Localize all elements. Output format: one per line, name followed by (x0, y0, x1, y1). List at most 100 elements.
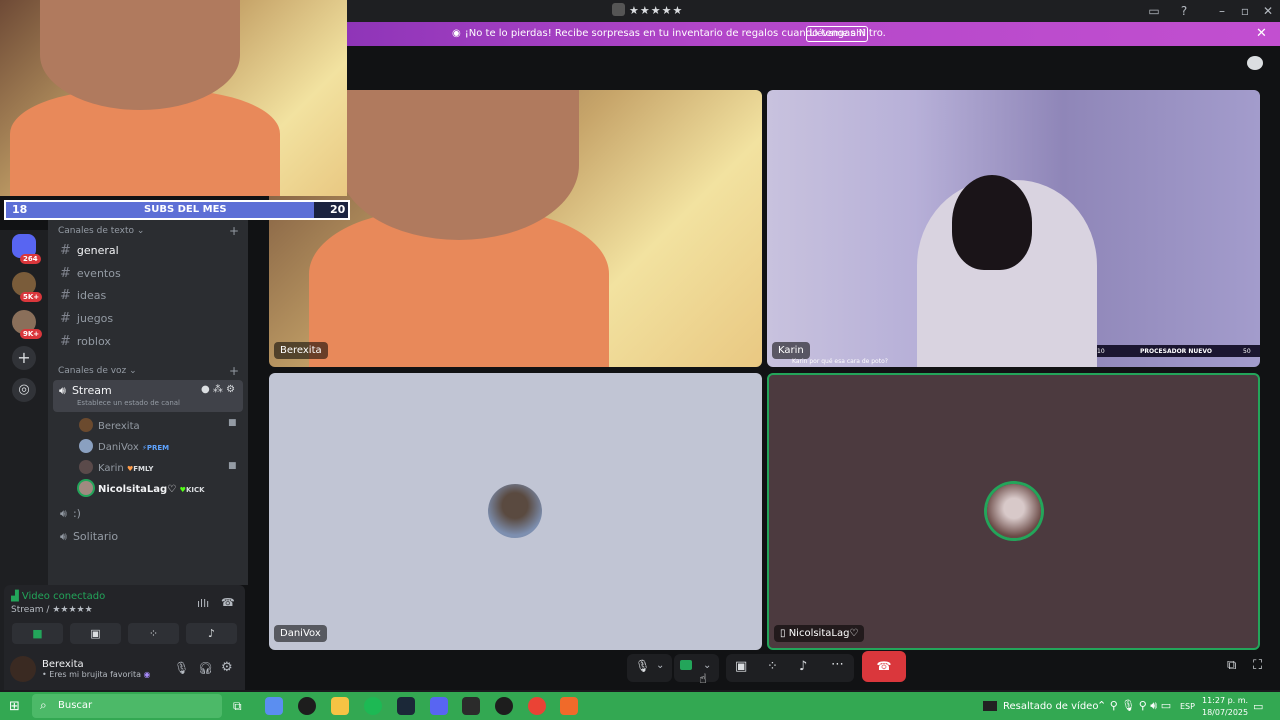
headphones-icon[interactable]: 🎧︎ (198, 661, 213, 675)
banner-close-icon[interactable]: ✕ (1256, 26, 1267, 41)
steam-icon[interactable] (397, 697, 415, 715)
voice-channel-solitario[interactable]: 🔊︎ Solitario (60, 530, 118, 544)
camera-control[interactable]: ⌄ (674, 654, 719, 682)
soundboard-button[interactable]: ♪ (186, 623, 237, 644)
add-voice-channel-icon[interactable]: + (229, 364, 239, 378)
banner-cta-button[interactable]: Llévame ahí (806, 26, 868, 42)
webcam-feed-detail (40, 0, 240, 110)
screen-share-button[interactable]: ▣ (70, 623, 121, 644)
user-avatar[interactable] (10, 656, 36, 682)
voice-category-label[interactable]: Canales de voz ⌄ (58, 366, 137, 376)
activities-button[interactable]: ⁘ (128, 623, 179, 644)
user-tag: ⚡PREM (141, 444, 170, 452)
stream-actions-icon[interactable]: ● ⁂ ⚙ (201, 384, 235, 395)
voice-user[interactable]: NicolsitaLag♡ ♥KICK (79, 481, 205, 495)
hash-icon: # (60, 243, 71, 258)
search-icon: ⌕ (40, 698, 47, 712)
help-icon[interactable]: ? (1176, 3, 1192, 19)
channel-name: Solitario (72, 530, 119, 543)
connection-status-text: Video conectado (21, 591, 106, 602)
file-explorer-icon[interactable] (331, 697, 349, 715)
window-title: ★★★★★ (612, 3, 683, 17)
voice-user-name: Karin (98, 463, 124, 474)
stream-status[interactable]: Establece un estado de canal (77, 399, 180, 407)
server-badge: 9K+ (20, 329, 43, 339)
tray-icons[interactable]: ⌃ ⚲ 🎙︎ ⚲ 🔊︎ ▭ (1097, 699, 1171, 713)
channel-name: roblox (76, 335, 111, 348)
taskbar-search[interactable]: ⌕ Buscar (32, 694, 222, 718)
notification-text[interactable]: Resaltado de vídeo (1003, 701, 1098, 712)
mic-icon[interactable]: 🎙︎ (174, 661, 189, 675)
maximize-button[interactable]: ▫ (1237, 3, 1253, 19)
voice-user[interactable]: Karin ♥FMLY (79, 460, 153, 474)
camera-icon (680, 660, 692, 670)
popout-icon[interactable]: ⧉ (1227, 658, 1236, 673)
subs-goal: 20 (330, 203, 346, 216)
close-window-button[interactable]: ✕ (1260, 3, 1276, 19)
discover-icon[interactable]: ◎ (12, 378, 36, 402)
channel-name: general (76, 244, 119, 257)
task-view-icon[interactable]: ⧉ (233, 699, 242, 714)
channel-juegos[interactable]: # juegos (60, 311, 113, 326)
chevron-down-icon[interactable]: ⌄ (703, 660, 711, 671)
screen-share-icon[interactable]: ▣ (735, 659, 747, 674)
input-language[interactable]: ESP (1180, 702, 1195, 711)
soundboard-icon[interactable]: ♪ (799, 659, 807, 674)
mouse-cursor-icon: ☝ (699, 672, 707, 687)
channel-ideas[interactable]: # ideas (60, 288, 106, 303)
inbox-icon[interactable]: ▭ (1146, 3, 1162, 19)
text-category-label[interactable]: Canales de texto ⌄ (58, 226, 144, 236)
voice-user[interactable]: DaniVox ⚡PREM (79, 439, 169, 453)
signal-icon: ▟ (11, 591, 22, 602)
noise-suppression-icon[interactable]: ıllı (197, 597, 209, 610)
voice-user[interactable]: Berexita (79, 418, 140, 432)
overlay-label: PROCESADOR NUEVO (1140, 348, 1213, 355)
channel-name: eventos (76, 267, 121, 280)
avatar (79, 418, 93, 432)
taskbar-app-icon[interactable] (560, 697, 578, 715)
notifications-icon[interactable]: ▭ (1253, 700, 1263, 713)
voice-channel-smiley[interactable]: 🔊︎:) (60, 507, 81, 521)
connection-status[interactable]: ▟ Video conectado (11, 591, 105, 602)
clock-time[interactable]: 11:27 p. m. (1202, 696, 1248, 705)
capcut-icon[interactable] (462, 697, 480, 715)
add-server-icon[interactable]: + (12, 346, 36, 370)
chrome-icon[interactable] (528, 697, 546, 715)
obs-icon[interactable] (495, 697, 513, 715)
participant-name: Karin (772, 342, 810, 359)
activities-icon[interactable]: ⁘ (767, 659, 778, 674)
channel-roblox[interactable]: # roblox (60, 334, 111, 349)
stream-chat-line: Karin por qué esa cara de poto? (792, 358, 888, 365)
settings-gear-icon[interactable]: ⚙ (221, 660, 233, 675)
connected-channel[interactable]: Stream / ★★★★★ (11, 605, 93, 615)
add-text-channel-icon[interactable]: + (229, 224, 239, 238)
hash-icon: # (60, 311, 71, 326)
clock-date[interactable]: 18/07/2025 (1202, 708, 1248, 717)
more-icon[interactable]: ⋯ (831, 657, 844, 672)
video-tile-danivox[interactable]: DaniVox (269, 373, 762, 650)
chat-icon[interactable] (1247, 56, 1263, 70)
fullscreen-icon[interactable]: ⛶ (1253, 658, 1262, 673)
chevron-down-icon[interactable]: ⌄ (656, 660, 664, 671)
video-tile-karin[interactable]: 10 PROCESADOR NUEVO 50 Karin Karin por q… (767, 90, 1260, 367)
channel-general[interactable]: # general (60, 243, 119, 258)
search-placeholder: Buscar (58, 700, 93, 711)
subs-label: SUBS DEL MES (144, 204, 227, 215)
voice-user-name: NicolsitaLag♡ (98, 484, 177, 495)
camera-toggle-button[interactable]: ■ (12, 623, 63, 644)
channel-eventos[interactable]: # eventos (60, 266, 121, 281)
tag-text: PREM (146, 444, 170, 452)
server-badge: 5K+ (20, 292, 43, 302)
discord-icon[interactable] (430, 697, 448, 715)
mic-control[interactable]: 🎙︎ ⌄ (627, 654, 672, 682)
windows-start-icon[interactable]: ⊞ (9, 699, 20, 714)
spotify-icon[interactable] (364, 697, 382, 715)
taskbar-app-icon[interactable] (265, 697, 283, 715)
user-tag: ♥FMLY (126, 465, 154, 473)
disconnect-icon[interactable]: ☎ (221, 596, 235, 609)
hang-up-button[interactable]: ☎ (862, 651, 906, 682)
taskbar-app-icon[interactable] (298, 697, 316, 715)
minimize-button[interactable]: – (1214, 3, 1230, 19)
subs-current: 18 (12, 203, 28, 216)
video-tile-nicolsitalag[interactable]: ▯ NicolsitaLag♡ (767, 373, 1260, 650)
